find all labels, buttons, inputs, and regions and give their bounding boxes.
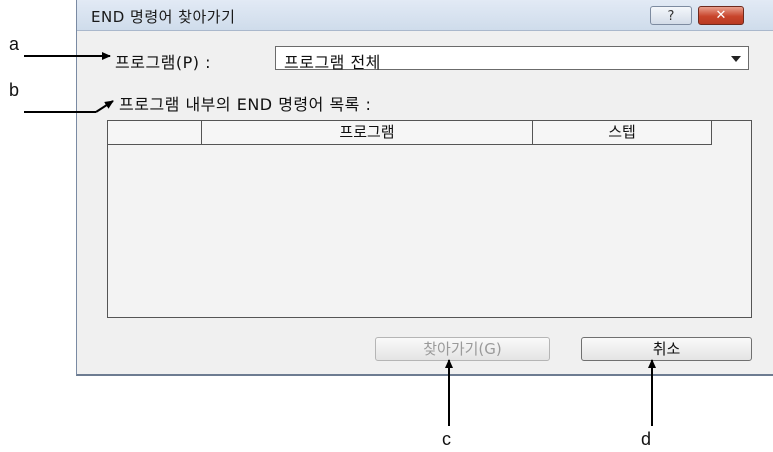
arrow-b-diag [95,100,114,113]
callout-arrows [24,52,656,426]
